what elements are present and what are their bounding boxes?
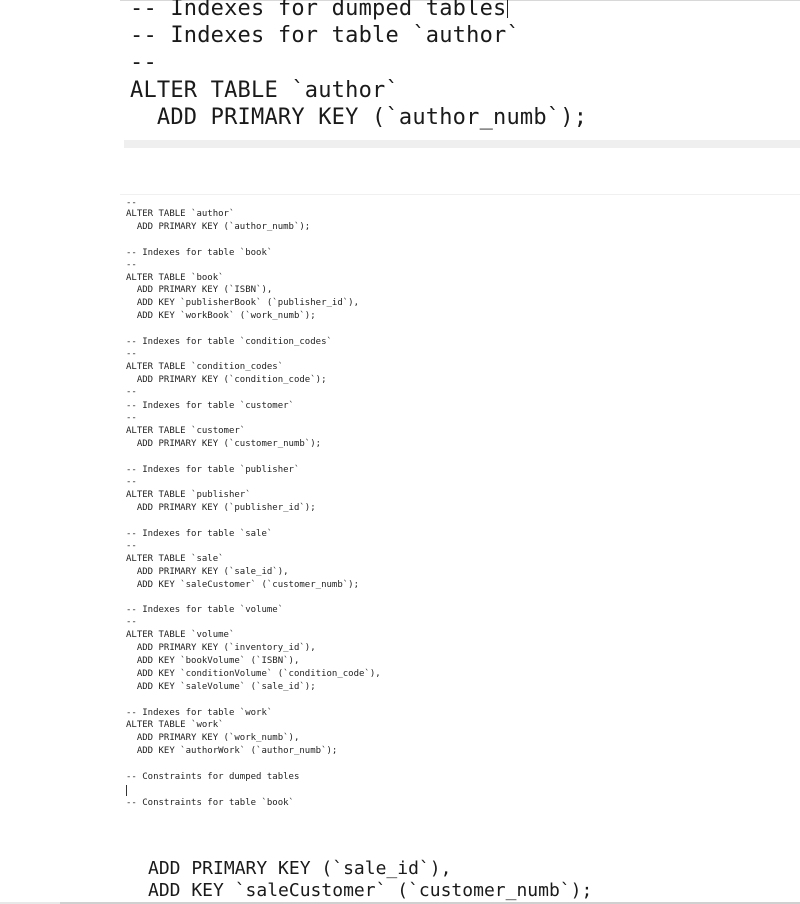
code-line: ALTER TABLE `volume`	[126, 630, 235, 640]
code-line: ALTER TABLE `publisher`	[126, 490, 251, 500]
code-line: ADD PRIMARY KEY (`sale_id`),	[126, 567, 289, 577]
code-line: -- Constraints for table `book`	[126, 798, 294, 808]
code-line: -- Indexes for table `sale`	[126, 529, 273, 539]
code-line: --	[126, 541, 137, 551]
code-line: --	[126, 260, 137, 270]
code-line: ADD PRIMARY KEY (`publisher_id`);	[126, 503, 316, 513]
code-line: ADD KEY `saleCustomer` (`customer_numb`)…	[126, 580, 359, 590]
code-line: ADD KEY `workBook` (`work_numb`);	[126, 311, 316, 321]
code-line: ALTER TABLE `author`	[130, 78, 399, 103]
top-code-editor[interactable]: -- Indexes for dumped tables -- Indexes …	[0, 0, 800, 150]
code-line: --	[126, 617, 137, 627]
code-line: ADD PRIMARY KEY (`author_numb`);	[130, 105, 588, 130]
code-line: -- Indexes for table `book`	[126, 248, 273, 258]
code-line: -- Indexes for table `customer`	[126, 401, 294, 411]
code-line: -- Indexes for table `volume`	[126, 605, 284, 615]
code-line: ALTER TABLE `condition_codes`	[126, 362, 284, 372]
code-line: -- Constraints for dumped tables	[126, 772, 300, 782]
sql-listing-panel[interactable]: -- ALTER TABLE `author` ADD PRIMARY KEY …	[120, 194, 800, 825]
code-line: ADD KEY `conditionVolume` (`condition_co…	[126, 669, 381, 679]
code-line: --	[126, 413, 137, 423]
text-cursor	[507, 0, 509, 18]
code-line: ADD PRIMARY KEY (`ISBN`),	[126, 285, 273, 295]
code-line: ADD KEY `saleVolume` (`sale_id`);	[126, 682, 316, 692]
code-line: --	[126, 387, 137, 397]
code-line: ADD PRIMARY KEY (`customer_numb`);	[126, 439, 322, 449]
code-line: --	[126, 349, 137, 359]
bottom-code-editor[interactable]: ADD PRIMARY KEY (`sale_id`), ADD KEY `sa…	[0, 850, 800, 904]
code-line: ADD KEY `bookVolume` (`ISBN`),	[126, 656, 300, 666]
code-line: ADD KEY `authorWork` (`author_numb`);	[126, 746, 338, 756]
code-line: --	[130, 50, 157, 75]
code-line: -- Indexes for table `publisher`	[126, 465, 300, 475]
code-line: ADD KEY `publisherBook` (`publisher_id`)…	[126, 298, 359, 308]
code-line: ADD KEY `saleCustomer` (`customer_numb`)…	[148, 880, 593, 901]
code-line: -- Indexes for dumped tables	[130, 0, 509, 22]
code-line: ADD PRIMARY KEY (`sale_id`),	[148, 858, 452, 879]
horizontal-scrollbar[interactable]	[124, 140, 800, 148]
text-cursor	[126, 785, 127, 796]
code-line: ADD PRIMARY KEY (`condition_code`);	[126, 375, 327, 385]
code-line: ADD PRIMARY KEY (`work_numb`),	[126, 733, 300, 743]
code-line: -- Indexes for table `author`	[130, 23, 520, 48]
code-line: ALTER TABLE `sale`	[126, 554, 224, 564]
code-line-text: -- Indexes for dumped tables	[130, 0, 507, 21]
code-line: ALTER TABLE `work`	[126, 720, 224, 730]
code-line: --	[126, 477, 137, 487]
code-line: ALTER TABLE `author`	[126, 209, 235, 219]
code-line: ADD PRIMARY KEY (`inventory_id`),	[126, 643, 316, 653]
code-line: ALTER TABLE `customer`	[126, 426, 246, 436]
code-line: -- Indexes for table `condition_codes`	[126, 337, 332, 347]
code-line: ADD PRIMARY KEY (`author_numb`);	[126, 222, 311, 232]
